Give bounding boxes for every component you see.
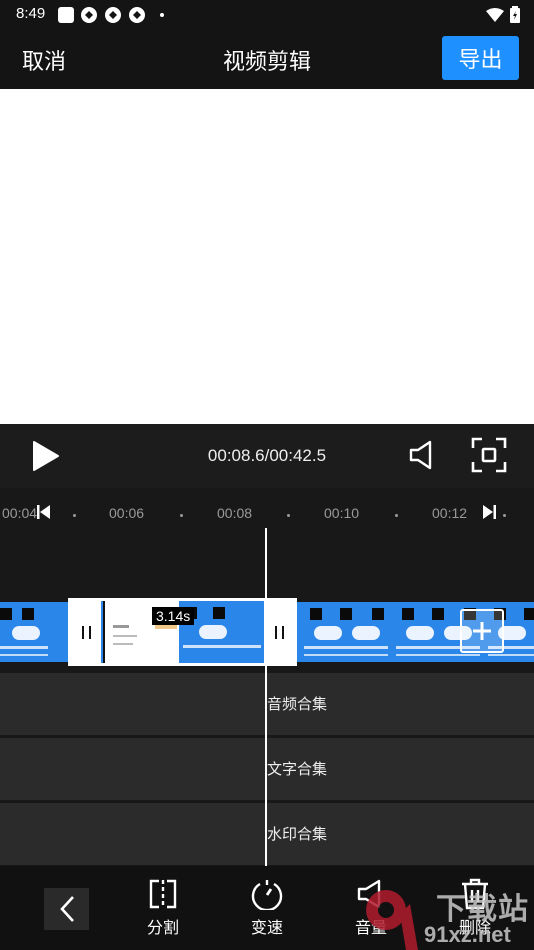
time-ruler: 00:04 00:06 00:08 00:10 00:12	[0, 502, 534, 526]
settings-notification-icon	[80, 6, 98, 24]
speed-button[interactable]: 变速	[235, 878, 299, 946]
jump-to-end-icon[interactable]	[482, 504, 496, 523]
notification-icons	[58, 6, 164, 24]
volume-icon[interactable]	[408, 440, 436, 474]
selected-clip-frames: 3.14s	[101, 601, 264, 663]
drag-handle-icon	[274, 625, 284, 639]
player-controls: 00:08.6/00:42.5	[0, 424, 534, 488]
volume-button[interactable]: 音量	[339, 878, 403, 946]
app-notification-icon	[58, 7, 74, 23]
track-text[interactable]: 文字合集	[0, 738, 534, 800]
back-button[interactable]	[44, 888, 89, 930]
add-clip-button[interactable]	[460, 609, 504, 653]
ruler-dot	[395, 514, 398, 517]
jump-to-start-icon[interactable]	[37, 504, 51, 523]
title-bar: 取消 视频剪辑 导出	[0, 28, 534, 88]
play-icon[interactable]	[30, 440, 60, 476]
fullscreen-icon[interactable]	[471, 437, 507, 477]
clip-start-handle[interactable]	[71, 601, 101, 663]
cancel-button[interactable]: 取消	[22, 44, 66, 76]
edit-toolbar: 分割 变速 音量 删除	[0, 866, 534, 950]
clip-duration-badge: 3.14s	[152, 607, 195, 625]
timeline[interactable]: 00:04 00:06 00:08 00:10 00:12 3.14s 音频合集…	[0, 488, 534, 866]
ruler-dot	[287, 514, 290, 517]
plus-icon	[473, 622, 491, 640]
more-notifications-icon	[160, 13, 164, 17]
status-time: 8:49	[16, 5, 46, 22]
filmstrip-frame	[300, 602, 392, 662]
battery-icon	[510, 6, 520, 27]
track-watermark[interactable]: 水印合集	[0, 803, 534, 865]
track-label: 水印合集	[267, 825, 328, 843]
track-audio[interactable]: 音频合集	[0, 673, 534, 735]
status-bar: 8:49	[0, 0, 534, 28]
ruler-dot	[180, 514, 183, 517]
ruler-label: 00:04	[2, 505, 38, 521]
speedometer-icon	[251, 880, 283, 910]
delete-button[interactable]: 删除	[443, 878, 507, 946]
playhead[interactable]	[265, 528, 267, 866]
video-preview[interactable]	[0, 89, 534, 424]
clip-end-handle[interactable]	[264, 601, 294, 663]
volume-icon	[357, 879, 381, 909]
ruler-label: 00:12	[432, 505, 468, 521]
split-icon	[149, 879, 177, 909]
playback-timecode: 00:08.6/00:42.5	[207, 446, 327, 465]
ruler-dot	[73, 514, 76, 517]
settings-notification-icon	[128, 6, 146, 24]
trash-icon	[462, 878, 488, 910]
chevron-left-icon	[59, 896, 74, 922]
split-button[interactable]: 分割	[131, 878, 195, 946]
system-icons	[486, 6, 520, 27]
ruler-label: 00:10	[324, 505, 360, 521]
export-button[interactable]: 导出	[442, 36, 519, 80]
drag-handle-icon	[81, 625, 91, 639]
track-label: 音频合集	[267, 695, 328, 713]
volume-label: 音量	[354, 918, 387, 937]
ruler-label: 00:06	[109, 505, 145, 521]
filmstrip-frame	[0, 602, 52, 662]
speed-label: 变速	[250, 918, 283, 937]
ruler-label: 00:08	[217, 505, 253, 521]
selected-clip[interactable]: 3.14s	[68, 598, 297, 666]
ruler-dot	[503, 514, 506, 517]
track-label: 文字合集	[267, 760, 328, 778]
delete-label: 删除	[458, 918, 491, 937]
wifi-icon	[486, 7, 504, 26]
settings-notification-icon	[104, 6, 122, 24]
split-label: 分割	[146, 918, 179, 937]
